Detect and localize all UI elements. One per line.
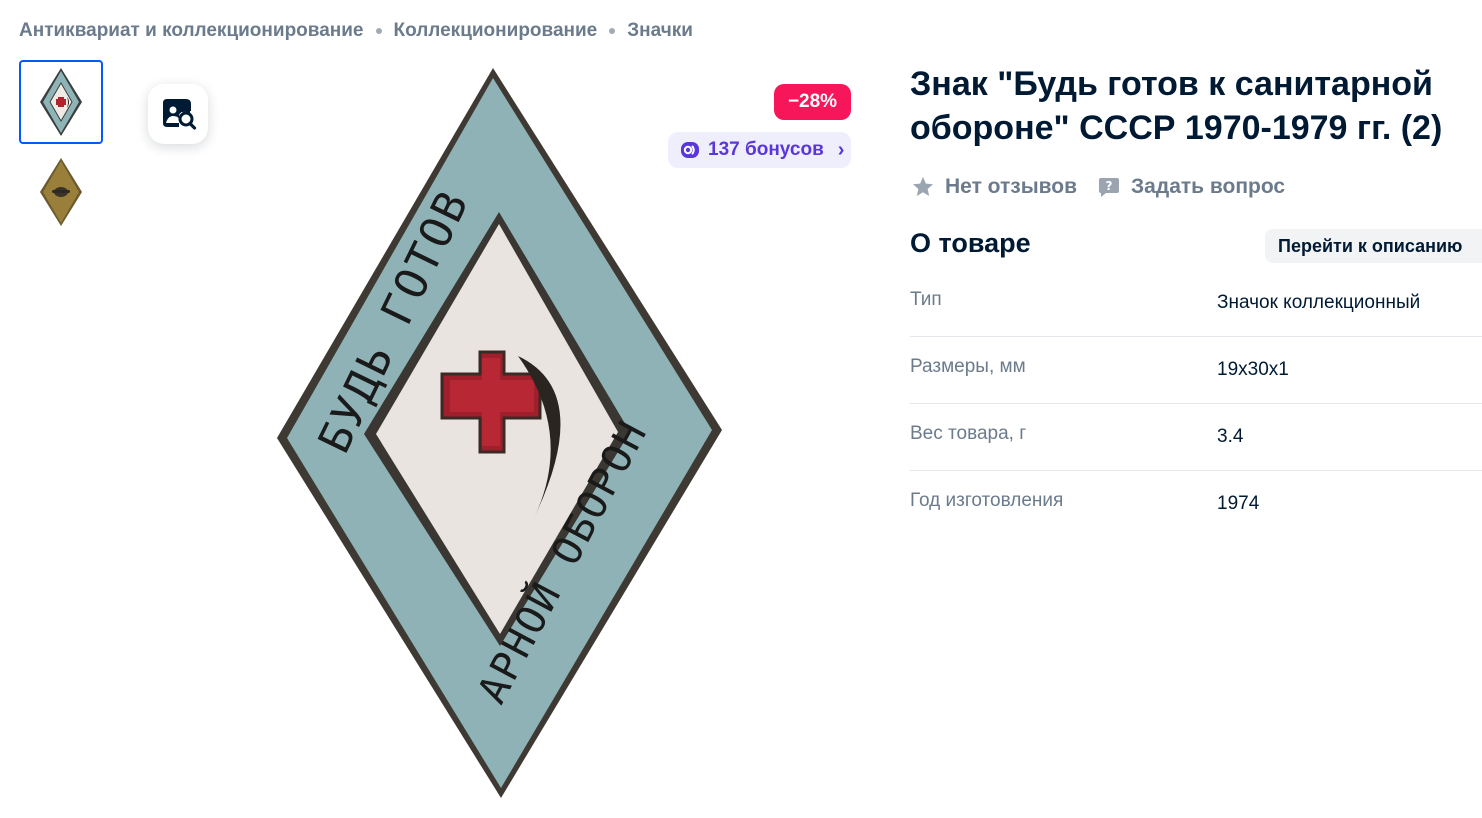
badge-image: БУДЬ ГОТОВ К САНИТ АРНОЙ ОБОРОНЕ СССР — [258, 22, 722, 798]
spec-row: Тип Значок коллекционный — [910, 270, 1482, 337]
badge-back-thumbnail-image — [40, 158, 82, 226]
ask-question-label: Задать вопрос — [1131, 175, 1286, 198]
spec-key: Вес товара, г — [910, 423, 1027, 444]
gallery-thumbnail-2[interactable] — [19, 150, 103, 234]
discount-badge: −28% — [774, 84, 851, 120]
bonus-label: 137 бонусов — [708, 139, 824, 160]
ask-question-link[interactable]: ? Задать вопрос — [1097, 175, 1285, 199]
breadcrumb-item-badges[interactable]: Значки — [627, 20, 693, 42]
goto-description-button[interactable]: Перейти к описанию — [1265, 229, 1482, 263]
spec-key: Размеры, мм — [910, 356, 1026, 377]
breadcrumb-item-collecting[interactable]: Коллекционирование — [394, 20, 598, 42]
gallery-thumbnail-1[interactable] — [19, 60, 103, 144]
spec-value: Значок коллекционный — [1217, 292, 1421, 313]
bonus-coin-icon — [681, 142, 699, 158]
bonus-badge[interactable]: 137 бонусов › — [668, 132, 851, 168]
spec-row: Размеры, мм 19x30x1 — [910, 337, 1482, 404]
spec-key: Год изготовления — [910, 490, 1064, 511]
visual-search-button[interactable] — [148, 84, 208, 144]
spec-value: 19x30x1 — [1217, 359, 1289, 380]
about-section-title: О товаре — [910, 228, 1031, 258]
question-bubble-icon: ? — [1099, 178, 1120, 197]
breadcrumb: Антиквариат и коллекционирование Коллекц… — [19, 18, 693, 44]
reviews-row: Нет отзывов ? Задать вопрос — [911, 172, 1285, 202]
chevron-right-icon: › — [837, 138, 845, 161]
camera-search-icon — [163, 99, 197, 130]
spec-row: Вес товара, г 3.4 — [910, 404, 1482, 471]
star-icon — [913, 177, 933, 196]
badge-thumbnail-image — [40, 68, 82, 136]
spec-value: 1974 — [1217, 493, 1260, 514]
product-title: Знак "Будь готов к санитарной обороне" С… — [910, 65, 1443, 147]
spec-value: 3.4 — [1217, 426, 1244, 447]
spec-key: Тип — [910, 289, 942, 310]
no-reviews-label: Нет отзывов — [945, 175, 1078, 198]
reviews-link[interactable]: Нет отзывов — [911, 175, 1077, 199]
svg-text:?: ? — [1106, 179, 1113, 193]
spec-row: Год изготовления 1974 — [910, 471, 1482, 538]
product-main-image[interactable]: БУДЬ ГОТОВ К САНИТ АРНОЙ ОБОРОНЕ СССР — [258, 22, 727, 804]
breadcrumb-separator — [609, 28, 616, 34]
specs-table: Тип Значок коллекционный Размеры, мм 19x… — [910, 270, 1482, 538]
breadcrumb-separator — [375, 28, 382, 34]
breadcrumb-item-antiques[interactable]: Антиквариат и коллекционирование — [19, 20, 364, 42]
